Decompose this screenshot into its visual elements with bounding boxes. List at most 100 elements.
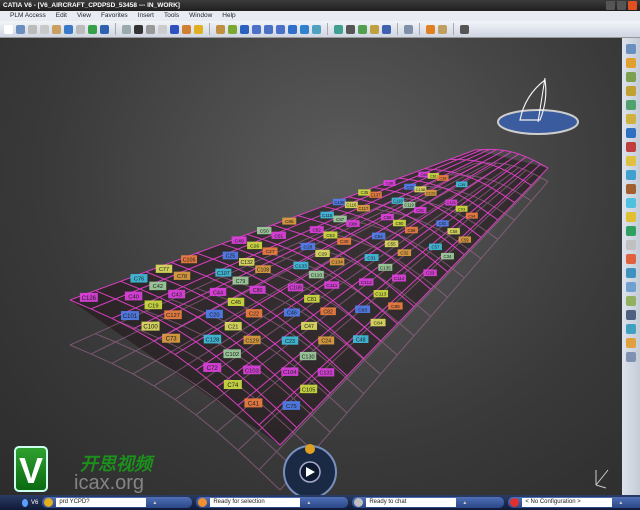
rotate-icon[interactable]: [252, 24, 261, 34]
point-label[interactable]: C79: [232, 276, 249, 285]
point-label[interactable]: C121: [445, 199, 458, 206]
point-label[interactable]: C27: [262, 247, 278, 255]
point-label[interactable]: C101: [120, 311, 139, 321]
point-label[interactable]: C119: [402, 201, 416, 209]
point-label[interactable]: C104: [281, 367, 299, 376]
point-label[interactable]: C24: [318, 336, 335, 345]
catalog-icon[interactable]: [146, 24, 155, 34]
point-label[interactable]: C34: [440, 252, 454, 260]
point-label[interactable]: C36: [383, 179, 396, 186]
caret-up-icon[interactable]: ▲: [462, 500, 467, 506]
table-icon[interactable]: [438, 24, 447, 34]
point-label[interactable]: C28: [300, 242, 316, 251]
pan-icon[interactable]: [240, 24, 249, 34]
menu-tools[interactable]: Tools: [164, 11, 179, 21]
point-label[interactable]: C72: [203, 362, 222, 372]
point-label[interactable]: C135: [378, 263, 393, 271]
zoom-out-icon[interactable]: [276, 24, 285, 34]
paste-icon[interactable]: [52, 24, 61, 34]
point-label[interactable]: C130: [299, 351, 317, 360]
point-label[interactable]: C110: [308, 270, 324, 279]
taskbar-task[interactable]: Ready for selection ▲: [196, 497, 349, 508]
cube-icon[interactable]: [216, 24, 225, 34]
render-icon[interactable]: [334, 24, 343, 34]
3d-viewport[interactable]: C126 C101 C100 C73 C72 C74 C41 C40 C19 C127 C128 C1…: [0, 38, 622, 499]
undo-icon[interactable]: [64, 24, 73, 34]
point-label[interactable]: C81: [304, 294, 320, 303]
fill-icon[interactable]: [626, 156, 636, 166]
point-label[interactable]: C138: [414, 186, 427, 193]
law-icon[interactable]: [626, 338, 636, 348]
point-label[interactable]: C82: [320, 307, 336, 315]
point-label[interactable]: C38: [437, 175, 449, 181]
point-label[interactable]: C39: [456, 181, 468, 188]
menu-help[interactable]: Help: [222, 11, 235, 21]
compass-icon[interactable]: [497, 77, 579, 135]
point-label[interactable]: C85: [388, 302, 403, 310]
point-label[interactable]: C112: [359, 278, 374, 286]
point-label[interactable]: C43: [168, 289, 186, 299]
point-label[interactable]: C37: [404, 183, 417, 190]
point-label[interactable]: C40: [124, 291, 143, 301]
point-label[interactable]: C132: [238, 258, 255, 266]
point-label[interactable]: C129: [243, 335, 261, 345]
point-label[interactable]: C113: [373, 290, 389, 298]
point-label[interactable]: C52: [309, 226, 324, 234]
point-label[interactable]: C57: [428, 243, 442, 251]
point-label[interactable]: C88: [346, 220, 360, 227]
point-label[interactable]: C80: [249, 285, 266, 294]
measure-icon[interactable]: [626, 352, 636, 362]
normal-view-icon[interactable]: [288, 24, 297, 34]
point-label[interactable]: C35: [358, 189, 371, 196]
task-status-field[interactable]: < No Configuration >: [522, 498, 613, 507]
point-label[interactable]: C78: [173, 271, 191, 280]
redo-icon[interactable]: [76, 24, 85, 34]
point-label[interactable]: C76: [130, 274, 148, 283]
point-label[interactable]: C136: [332, 198, 346, 206]
point-label[interactable]: C134: [329, 258, 345, 266]
point-label[interactable]: C105: [300, 384, 318, 394]
pad-icon[interactable]: [626, 86, 636, 96]
point-label[interactable]: C48: [352, 335, 369, 343]
point-label[interactable]: C91: [413, 207, 427, 214]
menu-window[interactable]: Window: [189, 11, 212, 21]
point-label[interactable]: C23: [281, 336, 299, 345]
symmetry-icon[interactable]: [626, 282, 636, 292]
point-label[interactable]: C120: [424, 189, 437, 196]
menu-edit[interactable]: Edit: [56, 11, 67, 21]
sketch-icon[interactable]: [122, 24, 131, 34]
iso-view-icon[interactable]: [300, 24, 309, 34]
point-label[interactable]: C90: [392, 219, 406, 227]
point-label[interactable]: C19: [144, 300, 163, 309]
point-label[interactable]: C128: [203, 334, 222, 344]
material-icon[interactable]: [370, 24, 379, 34]
branch-icon[interactable]: [182, 24, 191, 34]
wireframe-icon[interactable]: [626, 44, 636, 54]
swap-icon[interactable]: [358, 24, 367, 34]
camera-icon[interactable]: [460, 24, 469, 34]
point-label[interactable]: C25: [222, 251, 239, 260]
fillet-icon[interactable]: [626, 240, 636, 250]
point-label[interactable]: C109: [287, 283, 304, 292]
filter-icon[interactable]: [170, 24, 179, 34]
point-label[interactable]: C53: [323, 231, 338, 239]
open-icon[interactable]: [16, 24, 25, 34]
caret-up-icon[interactable]: ▲: [618, 500, 623, 506]
point-label[interactable]: C33: [423, 269, 437, 277]
point-label[interactable]: C106: [181, 255, 198, 263]
point-label[interactable]: C49: [231, 236, 247, 244]
point-label[interactable]: C22: [245, 309, 263, 318]
start-button[interactable]: V6: [22, 498, 38, 507]
point-label[interactable]: C83: [355, 305, 371, 314]
blend-icon[interactable]: [626, 170, 636, 180]
point-label[interactable]: C115: [320, 211, 334, 219]
cut-icon[interactable]: [28, 24, 37, 34]
extrude-icon[interactable]: [626, 114, 636, 124]
rotate-icon[interactable]: [626, 268, 636, 278]
point-label[interactable]: C131: [317, 368, 335, 377]
point-label[interactable]: C44: [209, 287, 227, 296]
revolve-icon[interactable]: [626, 128, 636, 138]
point-label[interactable]: C46: [283, 308, 300, 317]
point-label[interactable]: C87: [333, 215, 347, 223]
point-label[interactable]: C86: [282, 217, 297, 225]
